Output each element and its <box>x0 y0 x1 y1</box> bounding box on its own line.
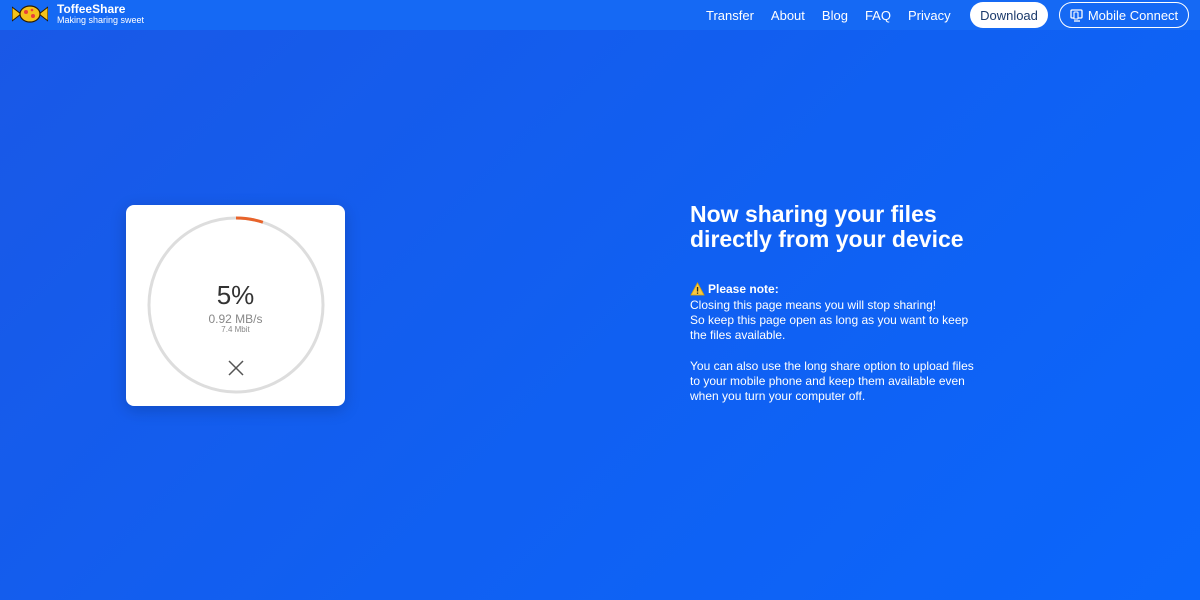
brand[interactable]: ToffeeShare Making sharing sweet <box>12 3 144 25</box>
note-line: Closing this page means you will stop sh… <box>690 298 937 312</box>
download-button[interactable]: Download <box>970 2 1048 28</box>
page-headline: Now sharing your files directly from you… <box>690 202 1030 252</box>
transfer-speed: 0.92 MB/s <box>208 312 263 326</box>
headline-line-1: Now sharing your files <box>690 201 937 227</box>
monitor-phone-icon <box>1070 8 1083 22</box>
brand-tagline: Making sharing sweet <box>57 14 145 25</box>
nav-item-privacy[interactable]: Privacy <box>908 8 951 23</box>
nav-item-about[interactable]: About <box>771 8 805 23</box>
note-body: Closing this page means you will stop sh… <box>690 298 990 343</box>
progress-percent: 5% <box>216 280 255 310</box>
note-heading: Please note: <box>690 282 779 296</box>
info-line: to your mobile phone and keep them avail… <box>690 374 965 388</box>
info-line: when you turn your computer off. <box>690 389 866 403</box>
nav-item-blog[interactable]: Blog <box>822 8 848 23</box>
nav-item-faq[interactable]: FAQ <box>865 8 891 23</box>
note-title: Please note: <box>708 282 779 296</box>
main-nav: Transfer About Blog FAQ Privacy <box>706 8 968 23</box>
brand-name: ToffeeShare <box>57 2 126 16</box>
info-line: You can also use the long share option t… <box>690 359 974 373</box>
headline-line-2: directly from your device <box>690 226 964 252</box>
note-line: So keep this page open as long as you wa… <box>690 313 969 327</box>
long-share-info: You can also use the long share option t… <box>690 359 990 404</box>
transfer-progress-card: 5% 0.92 MB/s 7.4 Mbit <box>126 205 345 406</box>
mobile-connect-button[interactable]: Mobile Connect <box>1059 2 1189 28</box>
warning-icon <box>690 282 705 296</box>
transfer-bitrate: 7.4 Mbit <box>221 325 250 334</box>
note-line: the files available. <box>690 328 786 342</box>
top-navigation-bar: ToffeeShare Making sharing sweet Transfe… <box>0 0 1200 30</box>
nav-item-transfer[interactable]: Transfer <box>706 8 754 23</box>
candy-icon <box>12 5 48 23</box>
close-icon[interactable] <box>227 359 245 377</box>
mobile-connect-label: Mobile Connect <box>1087 7 1179 23</box>
